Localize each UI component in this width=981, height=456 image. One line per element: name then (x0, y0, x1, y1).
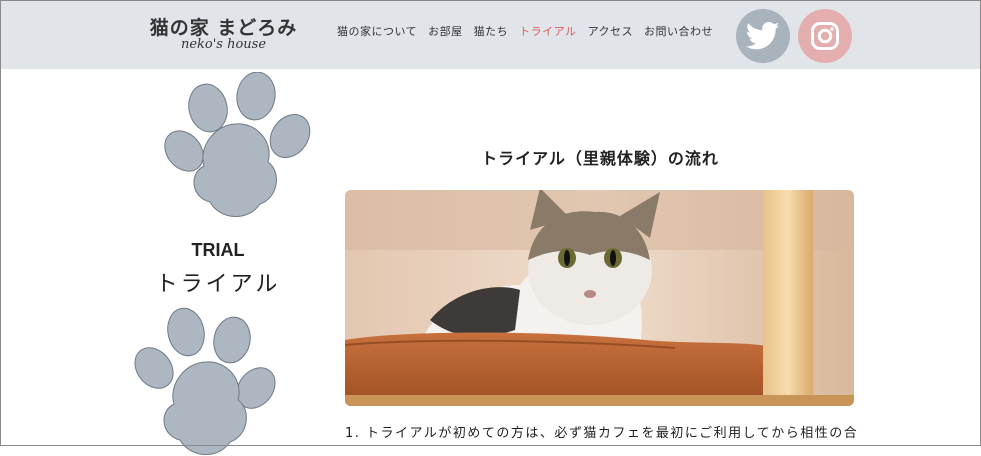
main-nav: 猫の家について お部屋 猫たち トライアル アクセス お問い合わせ (337, 23, 724, 39)
site-logo[interactable]: 猫の家 まどろみ neko's house (141, 13, 306, 52)
twitter-button[interactable] (736, 9, 790, 63)
sidebar-title-en: TRIAL (191, 240, 245, 260)
nav-cats[interactable]: 猫たち (474, 23, 509, 39)
twitter-icon (746, 21, 780, 50)
cat-photo (345, 190, 854, 406)
logo-japanese: 猫の家 まどろみ (149, 17, 298, 39)
instagram-button[interactable] (798, 9, 852, 63)
site-header: 猫の家 まどろみ neko's house 猫の家について お部屋 猫たち トラ… (1, 1, 980, 69)
sidebar-title-jp: トライアル (155, 272, 281, 297)
nav-about[interactable]: 猫の家について (337, 23, 417, 39)
nav-contact[interactable]: お問い合わせ (644, 23, 713, 39)
instagram-icon (811, 22, 839, 50)
nav-access[interactable]: アクセス (588, 23, 633, 39)
paw-print-icon (164, 72, 311, 217)
section-title: トライアル（里親体験）の流れ (481, 149, 719, 168)
nav-trial[interactable]: トライアル (519, 23, 576, 39)
nav-rooms[interactable]: お部屋 (428, 23, 463, 39)
step-1-text: 1. トライアルが初めての方は、必ず猫カフェを最初にご利用してから相性の合 (345, 426, 859, 441)
paw-print-icon (134, 307, 276, 455)
